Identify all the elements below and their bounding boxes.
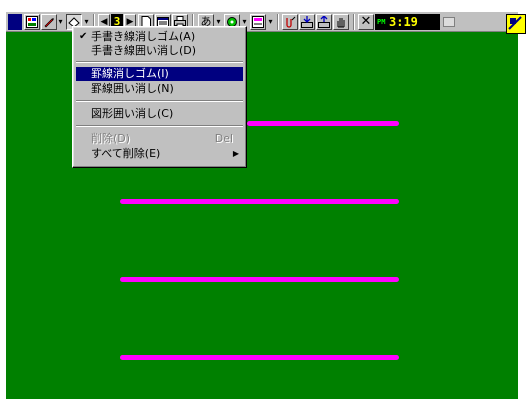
export-icon[interactable]	[316, 14, 332, 30]
ruled-line[interactable]	[247, 121, 399, 126]
toolbar-separator	[353, 14, 355, 30]
menu-item-label: 罫線消しゴム(I)	[91, 67, 169, 80]
menu-separator	[76, 61, 243, 63]
eraser-menu: ✔ 手書き線消しゴム(A) 手書き線囲い消し(D) 罫線消しゴム(I) 罫線囲い…	[72, 26, 247, 168]
clock-ampm: PM	[377, 17, 386, 26]
status-indicator-icon	[442, 14, 456, 30]
menu-item-handwriting-lasso-erase[interactable]: 手書き線囲い消し(D)	[76, 44, 243, 58]
menu-item-ruled-line-lasso-erase[interactable]: 罫線囲い消し(N)	[76, 82, 243, 96]
menu-item-delete: 削除(D) Del	[76, 132, 243, 146]
ruled-line[interactable]	[120, 277, 399, 282]
menu-item-shortcut: Del	[214, 132, 233, 145]
clip-icon[interactable]	[282, 14, 298, 30]
frame-dropdown-icon[interactable]: ▾	[267, 14, 274, 30]
check-icon: ✔	[79, 31, 88, 42]
menu-item-label: 削除(D)	[91, 132, 131, 145]
submenu-arrow-icon: ▶	[232, 149, 239, 158]
app-window-icon[interactable]	[8, 14, 22, 30]
menu-item-label: 手書き線囲い消し(D)	[91, 44, 197, 57]
menu-item-label: 図形囲い消し(C)	[91, 107, 174, 120]
menu-item-label: 手書き線消しゴム(A)	[91, 30, 196, 43]
ruled-line[interactable]	[120, 199, 399, 204]
pen-icon[interactable]	[41, 14, 57, 30]
menu-item-label: すべて削除(E)	[91, 147, 161, 160]
menu-item-ruled-line-eraser[interactable]: 罫線消しゴム(I)	[76, 67, 243, 81]
toolbar-separator	[277, 14, 279, 30]
clock-time: 3:19	[389, 15, 418, 29]
menu-item-handwriting-eraser[interactable]: ✔ 手書き線消しゴム(A)	[76, 30, 243, 44]
sheet-icon[interactable]	[24, 14, 40, 30]
import-icon[interactable]	[299, 14, 315, 30]
clock: PM 3:19	[375, 14, 440, 30]
shortcut-icon[interactable]	[506, 14, 526, 34]
menu-item-shape-lasso-erase[interactable]: 図形囲い消し(C)	[76, 107, 243, 121]
menu-separator	[76, 100, 243, 102]
menu-separator	[76, 125, 243, 127]
ruled-line[interactable]	[120, 355, 399, 360]
frame-icon[interactable]	[250, 14, 266, 30]
menu-item-label: 罫線囲い消し(N)	[91, 82, 174, 95]
menu-item-delete-all[interactable]: すべて削除(E) ▶	[76, 147, 243, 161]
hand-icon[interactable]	[333, 14, 349, 30]
pen-dropdown-icon[interactable]: ▾	[57, 14, 64, 30]
close-x-icon[interactable]: ✕	[358, 14, 374, 30]
